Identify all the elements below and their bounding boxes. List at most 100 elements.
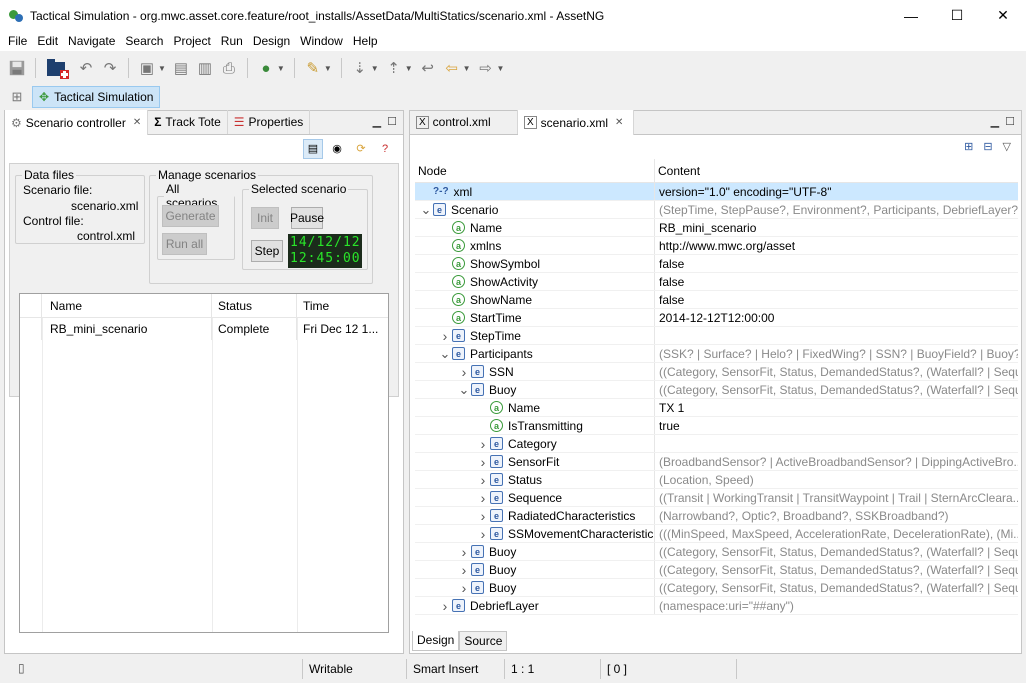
pin-icon[interactable]: ✎ — [304, 59, 322, 77]
step-button[interactable]: Step — [251, 240, 283, 262]
column-header-name[interactable]: Name — [42, 294, 212, 317]
tree-row[interactable]: › e Buoy ((Category, SensorFit, Status, Dem… — [415, 579, 1018, 597]
save-as-icon[interactable]: ▥ — [196, 59, 214, 77]
tree-row[interactable]: › e Buoy ((Category, SensorFit, Status, Dem… — [415, 561, 1018, 579]
column-header-time[interactable]: Time — [297, 294, 390, 317]
tree-row[interactable]: ⌄ e Participants (SSK? | Surface? | Helo? |… — [415, 345, 1018, 363]
tree-row[interactable]: › e Status (Location, Speed) — [415, 471, 1018, 489]
expand-all-icon[interactable]: ⊞ — [964, 140, 973, 153]
generate-button[interactable]: Generate — [162, 205, 219, 227]
perspective-tactical-simulation[interactable]: ✥ Tactical Simulation — [32, 86, 161, 108]
maximize-view-icon[interactable]: ☐ — [1005, 115, 1015, 128]
tree-row[interactable]: › e DebriefLayer (namespace:uri="##any") — [415, 597, 1018, 615]
chevron-down-icon[interactable]: ▼ — [405, 64, 413, 73]
prev-annotation-icon[interactable]: ⇡ — [385, 59, 403, 77]
zoom-icon[interactable]: ◉ — [327, 139, 347, 159]
collapse-all-icon[interactable]: ⊟ — [983, 140, 992, 153]
tree-row[interactable]: a ShowSymbol false — [415, 255, 1018, 273]
chevron-right-icon[interactable]: › — [476, 454, 490, 470]
pause-button[interactable]: Pause — [290, 207, 324, 229]
tree-row[interactable]: a IsTransmitting true — [415, 417, 1018, 435]
menu-edit[interactable]: Edit — [32, 31, 63, 51]
menu-run[interactable]: Run — [216, 31, 248, 51]
chevron-right-icon[interactable]: › — [457, 562, 471, 578]
last-edit-icon[interactable]: ↩ — [419, 59, 437, 77]
menu-window[interactable]: Window — [295, 31, 348, 51]
new-wizard-icon[interactable]: ▣ — [138, 59, 156, 77]
tree-row[interactable]: a StartTime 2014-12-12T12:00:00 — [415, 309, 1018, 327]
tree-row[interactable]: a ShowActivity false — [415, 273, 1018, 291]
tree-row[interactable]: › e Buoy ((Category, SensorFit, Status, Dem… — [415, 543, 1018, 561]
chevron-down-icon[interactable]: ▼ — [324, 64, 332, 73]
menu-file[interactable]: File — [3, 31, 32, 51]
chevron-right-icon[interactable]: › — [457, 580, 471, 596]
menu-help[interactable]: Help — [348, 31, 383, 51]
chevron-down-icon[interactable]: ⌄ — [457, 382, 471, 398]
next-annotation-icon[interactable]: ⇣ — [351, 59, 369, 77]
view-scenario-icon[interactable]: ▤ — [303, 138, 323, 159]
redo-icon[interactable]: ↷ — [101, 59, 119, 77]
tree-row[interactable]: › e StepTime — [415, 327, 1018, 345]
init-button[interactable]: Init — [251, 207, 279, 229]
chevron-right-icon[interactable]: › — [476, 526, 490, 542]
chevron-right-icon[interactable]: › — [438, 328, 452, 344]
tree-row[interactable]: › e Category — [415, 435, 1018, 453]
chevron-down-icon[interactable]: ▼ — [277, 64, 285, 73]
chevron-right-icon[interactable]: › — [438, 598, 452, 614]
menu-design[interactable]: Design — [248, 31, 295, 51]
maximize-button[interactable]: ☐ — [934, 0, 980, 31]
tree-row[interactable]: › e Sequence ((Transit | WorkingTransit | T… — [415, 489, 1018, 507]
table-row[interactable]: RB_mini_scenario Complete Fri Dec 12 1..… — [20, 318, 388, 340]
menu-search[interactable]: Search — [120, 31, 168, 51]
fast-view-icon[interactable]: ▯ — [18, 661, 25, 675]
chevron-right-icon[interactable]: › — [476, 508, 490, 524]
chevron-right-icon[interactable]: › — [476, 472, 490, 488]
minimize-view-icon[interactable]: ▁ — [991, 115, 999, 128]
menu-navigate[interactable]: Navigate — [63, 31, 120, 51]
chevron-right-icon[interactable]: › — [457, 364, 471, 380]
run-all-button[interactable]: Run all — [162, 233, 207, 255]
minimize-view-icon[interactable]: ▁ — [373, 115, 381, 128]
help-icon[interactable]: ? — [375, 139, 395, 159]
save-all-icon[interactable] — [8, 59, 26, 77]
tab-scenario-xml[interactable]: X scenario.xml ✕ — [518, 110, 634, 135]
close-icon[interactable]: ✕ — [133, 117, 141, 128]
tree-row[interactable]: ⌄ e Buoy ((Category, SensorFit, Status, Dem… — [415, 381, 1018, 399]
maximize-view-icon[interactable]: ☐ — [387, 115, 397, 128]
tab-design[interactable]: Design — [412, 631, 460, 651]
chevron-right-icon[interactable]: › — [476, 436, 490, 452]
tree-row[interactable]: ⌄ e Scenario (StepTime, StepPause?, Environ… — [415, 201, 1018, 219]
save-icon[interactable]: ▤ — [172, 59, 190, 77]
tree-row[interactable]: ?-? xml version="1.0" encoding="UTF-8" — [415, 183, 1018, 201]
column-header-content[interactable]: Content — [655, 159, 700, 182]
refresh-icon[interactable]: ⟳ — [351, 139, 371, 159]
close-icon[interactable]: ✕ — [615, 117, 623, 128]
tree-row[interactable]: a xmlns http://www.mwc.org/asset — [415, 237, 1018, 255]
tab-track-tote[interactable]: Σ Track Tote — [148, 110, 228, 134]
back-arrow-icon[interactable]: ⇦ — [443, 59, 461, 77]
minimize-button[interactable]: — — [888, 0, 934, 31]
tree-row[interactable]: a ShowName false — [415, 291, 1018, 309]
chevron-down-icon[interactable]: ⌄ — [438, 346, 452, 362]
forward-arrow-icon[interactable]: ⇨ — [477, 59, 495, 77]
tree-row[interactable]: › e SSN ((Category, SensorFit, Status, Dema… — [415, 363, 1018, 381]
view-menu-icon[interactable]: ▽ — [1003, 140, 1011, 153]
tree-row[interactable]: › e SensorFit (BroadbandSensor? | ActiveBro… — [415, 453, 1018, 471]
column-header-node[interactable]: Node — [415, 159, 655, 182]
print-icon[interactable]: ⎙ — [220, 59, 238, 77]
chevron-right-icon[interactable]: › — [476, 490, 490, 506]
tree-row[interactable]: › e RadiatedCharacteristics (Narrowband?, O… — [415, 507, 1018, 525]
chevron-right-icon[interactable]: › — [457, 544, 471, 560]
tab-source[interactable]: Source — [459, 631, 508, 651]
tab-control-xml[interactable]: X control.xml — [410, 110, 518, 134]
tree-row[interactable]: › e SSMovementCharacteristic (((MinSpeed, M… — [415, 525, 1018, 543]
chevron-down-icon[interactable]: ▼ — [463, 64, 471, 73]
tree-row[interactable]: a Name TX 1 — [415, 399, 1018, 417]
chevron-down-icon[interactable]: ⌄ — [419, 202, 433, 218]
chevron-down-icon[interactable]: ▼ — [497, 64, 505, 73]
chevron-down-icon[interactable]: ▼ — [371, 64, 379, 73]
run-icon[interactable]: ● — [257, 59, 275, 77]
tab-scenario-controller[interactable]: ⚙ Scenario controller ✕ — [5, 110, 149, 135]
close-window-button[interactable]: ✕ — [980, 0, 1026, 31]
new-folder-icon[interactable] — [45, 59, 71, 79]
